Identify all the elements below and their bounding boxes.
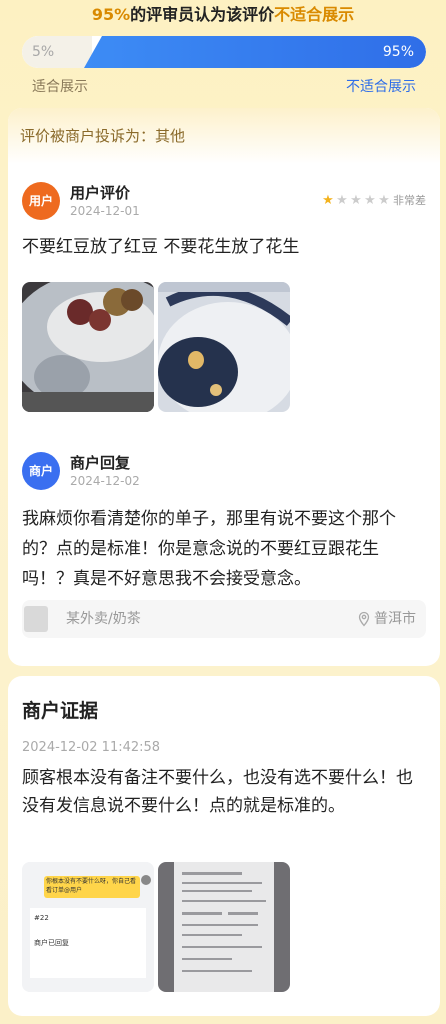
screenshot-status: 商户已回复 (34, 939, 69, 947)
suitable-percent: 5% (32, 44, 55, 60)
user-review-date: 2024-12-01 (70, 204, 140, 218)
label-suitable: 适合展示 (32, 79, 88, 95)
merchant-reply-title: 商户回复 (70, 454, 131, 472)
store-info-bar[interactable]: 某外卖/奶茶 普洱市 (22, 600, 426, 638)
merchant-avatar: 商户 (22, 452, 60, 490)
star-rating: ★ ★ ★ ★ ★ 非常差 (321, 192, 426, 208)
headline-verdict: 不适合展示 (274, 5, 355, 24)
headline-mid: 的评审员认为该评价 (130, 5, 275, 24)
merchant-reply-text: 我麻烦你看清楚你的单子，那里有说不要这个那个的？点的是标准！你是意念说的不要红豆… (22, 509, 396, 589)
location-pin-icon (358, 611, 370, 627)
evidence-title: 商户证据 (22, 700, 99, 722)
evidence-card: 商户证据 2024-12-02 11:42:58 顾客根本没有备注不要什么，也没… (8, 676, 440, 1016)
complaint-banner: 评价被商户投诉为：其他 (8, 108, 440, 164)
user-review-text: 不要红豆放了红豆 不要花生放了花生 (22, 237, 300, 257)
evidence-text: 顾客根本没有备注不要什么，也没有选不要什么！也没有发信息说不要什么！点的就是标准… (22, 768, 413, 816)
suitable-segment: 5% (22, 36, 92, 68)
star-icon: ★ (378, 193, 390, 208)
vote-progress-bar: 5% 95% (22, 36, 426, 68)
merchant-reply-date: 2024-12-02 (70, 474, 140, 488)
star-icon: ★ (350, 193, 362, 208)
evidence-photo-2[interactable] (158, 862, 290, 992)
user-review-title: 用户评价 (70, 184, 131, 202)
screenshot-order-number: #22 (34, 914, 49, 922)
review-card: 评价被商户投诉为：其他 用户 用户评价 2024-12-01 ★ ★ ★ ★ ★ 非常差 … (8, 108, 440, 666)
star-icon: ★ (322, 193, 334, 208)
screenshot-bubble-text: 你根本没有不要什么呀，你自己看看订单@用户 (46, 878, 137, 894)
unsuitable-segment: 95% (84, 36, 426, 68)
evidence-time: 2024-12-02 11:42:58 (22, 740, 161, 755)
store-thumbnail (24, 606, 48, 632)
percent-prefix: 95% (91, 5, 131, 24)
store-location: 普洱市 (356, 600, 416, 638)
store-city: 普洱市 (374, 611, 416, 627)
review-photo-image (158, 282, 290, 412)
user-avatar: 用户 (22, 182, 60, 220)
unsuitable-percent: 95% (382, 44, 414, 60)
vote-headline: 95%的评审员认为该评价不适合展示 (0, 2, 446, 28)
label-unsuitable: 不适合展示 (346, 79, 416, 95)
merchant-reply-header: 商户 商户回复 2024-12-02 (22, 452, 426, 496)
user-review-header: 用户 用户评价 2024-12-01 ★ ★ ★ ★ ★ 非常差 (22, 182, 426, 226)
evidence-receipt-photo (158, 862, 290, 992)
review-photo-1[interactable] (22, 282, 154, 412)
store-name: 某外卖/奶茶 (66, 611, 141, 627)
review-photo-image (22, 282, 154, 412)
vote-labels: 适合展示 不适合展示 (0, 76, 446, 96)
review-photo-2[interactable] (158, 282, 290, 412)
rating-text: 非常差 (393, 194, 426, 207)
star-icon: ★ (336, 193, 348, 208)
star-icon: ★ (364, 193, 376, 208)
evidence-photo-1[interactable]: 你根本没有不要什么呀，你自己看看订单@用户 #22 商户已回复 (22, 862, 154, 992)
